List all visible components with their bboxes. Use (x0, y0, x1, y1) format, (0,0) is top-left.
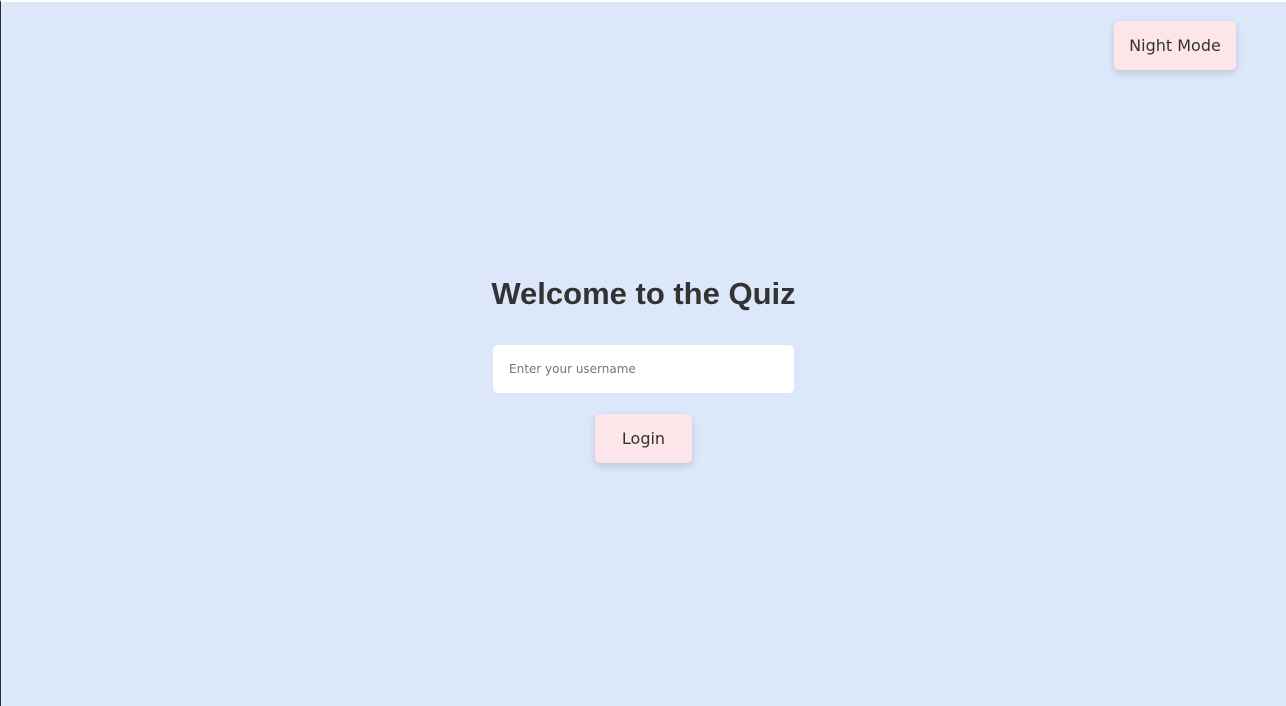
login-button[interactable]: Login (595, 414, 692, 463)
login-panel: Welcome to the Quiz Login (1, 272, 1286, 463)
night-mode-button[interactable]: Night Mode (1114, 21, 1236, 70)
username-input[interactable] (493, 345, 794, 393)
quiz-login-page: { "header": { "night_mode_label": "Night… (0, 0, 1286, 706)
page-title: Welcome to the Quiz (491, 276, 796, 311)
